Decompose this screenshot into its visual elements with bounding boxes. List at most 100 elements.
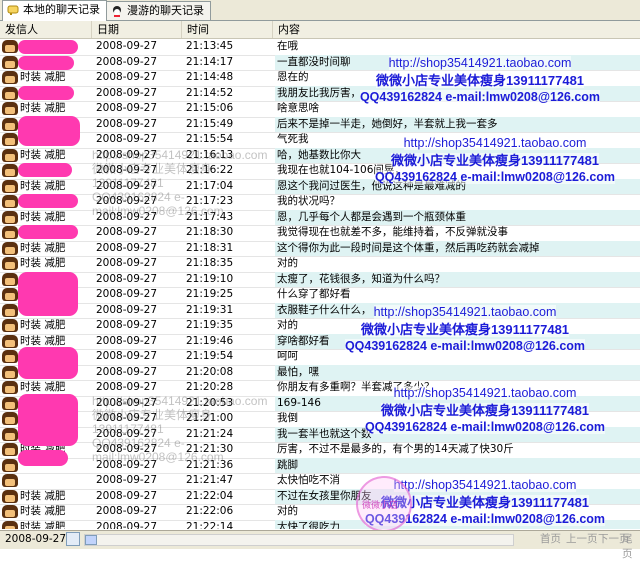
sender-cell (20, 473, 90, 488)
tab-roaming-history[interactable]: 漫游的聊天记录 (106, 1, 211, 20)
avatar (2, 396, 18, 410)
scrollbar-thumb[interactable] (85, 535, 97, 545)
date-cell: 2008-09-27 (96, 365, 158, 378)
avatar (2, 489, 18, 503)
avatar (2, 40, 18, 53)
avatar (2, 71, 18, 84)
avatar (2, 133, 18, 146)
table-row[interactable]: 时装 减肥 2008-09-27 21:18:31 这个得你为此一段时间是这个体重，然… (0, 240, 640, 257)
column-header: 发信人 日期 时间 内容 (0, 21, 640, 39)
sender-cell: 时装 减肥 (20, 210, 66, 223)
date-cell: 2008-09-27 (96, 102, 158, 114)
content-cell: 跳脚 (275, 457, 640, 473)
tab-bar: 本地的聊天记录 漫游的聊天记录 (0, 0, 640, 21)
date-cell: 2008-09-27 (96, 133, 158, 145)
time-cell: 21:21:47 (186, 474, 234, 486)
tab-label: 本地的聊天记录 (23, 3, 100, 16)
time-cell: 21:19:10 (186, 272, 234, 285)
avatar (2, 86, 18, 100)
time-cell: 21:18:30 (186, 226, 234, 238)
calendar-icon[interactable] (66, 532, 80, 546)
roaming-icon (113, 6, 121, 17)
table-row[interactable]: 2008-09-27 21:15:49 后来不是掉一半走，她倒好，半套就上我一套多 (0, 116, 640, 133)
avatar (2, 319, 18, 332)
time-cell: 21:20:28 (186, 381, 234, 393)
sender-cell: 时装 减肥 (20, 148, 66, 161)
avatar (2, 55, 18, 69)
time-cell: 21:14:48 (186, 71, 234, 83)
avatar (2, 412, 18, 425)
first-page-button[interactable]: 首页 (540, 532, 561, 547)
sender-cell: 时装 减肥 (20, 179, 66, 192)
avatar (2, 334, 18, 348)
last-page-button[interactable]: 尾页 (622, 532, 640, 560)
sender-cell: 时装 减肥 (20, 102, 66, 114)
date-cell: 2008-09-27 (96, 117, 158, 130)
date-cell: 2008-09-27 (96, 520, 158, 530)
date-picker-value[interactable]: 2008-09-27 (2, 532, 69, 547)
avatar (2, 164, 18, 177)
time-cell: 21:22:14 (186, 520, 234, 530)
table-row[interactable]: 2008-09-27 21:13:45 在哦 (0, 39, 640, 56)
header-date[interactable]: 日期 (92, 21, 182, 38)
avatar (2, 117, 18, 131)
time-cell: 21:20:08 (186, 365, 234, 378)
avatar (2, 520, 18, 529)
ad-watermark: http://shop35414921.taobao.com 微微小店专业美体瘦身… (344, 305, 586, 353)
sender-cell: 时装 减肥 (20, 381, 66, 393)
table-row[interactable]: 2008-09-27 21:18:30 我觉得现在也就差不多，能维持着，不反弹就没事 (0, 225, 640, 242)
horizontal-scrollbar[interactable] (84, 534, 514, 546)
time-cell: 21:14:17 (186, 55, 234, 68)
header-time[interactable]: 时间 (182, 21, 273, 38)
table-row[interactable]: 2008-09-27 21:19:10 太瘦了，花钱很多，知道为什么吗？ (0, 271, 640, 288)
content-cell: 后来不是掉一半走，她倒好，半套就上我一套多 (275, 116, 640, 132)
avatar (2, 505, 18, 518)
date-cell: 2008-09-27 (96, 505, 158, 517)
time-cell: 21:22:04 (186, 489, 234, 502)
prev-page-button[interactable]: 上一页 (566, 532, 598, 547)
time-cell: 21:15:54 (186, 133, 234, 145)
watermark-ghost: http://shop35414921.taobao.com 微微小店专业美体瘦… (92, 394, 268, 464)
table-row[interactable]: 2008-09-27 21:20:08 最怕，嘿 (0, 364, 640, 381)
content-cell: 恩，几乎每个人都是会遇到一个瓶颈体重 (275, 209, 640, 225)
avatar (2, 443, 18, 456)
content-cell: 我觉得现在也就差不多，能维持着，不反弹就没事 (277, 226, 508, 238)
date-cell: 2008-09-27 (96, 272, 158, 285)
date-cell: 2008-09-27 (96, 489, 158, 502)
avatar (2, 226, 18, 239)
sender-cell: 时装 减肥 (20, 319, 66, 331)
content-cell: 厉害，不过不是最多的，有个男的14天减了快30斤 (277, 443, 514, 455)
avatar (2, 102, 18, 115)
ad-watermark: http://shop35414921.taobao.com 微微小店专业美体瘦身… (359, 56, 601, 104)
table-row[interactable]: 2008-09-27 21:19:25 什么穿了都好看 (0, 287, 640, 304)
content-cell: 对的 (277, 257, 298, 269)
date-cell: 2008-09-27 (96, 40, 158, 52)
sender-cell: 时装 减肥 (20, 257, 66, 269)
date-cell: 2008-09-27 (96, 381, 158, 393)
time-cell: 21:13:45 (186, 40, 234, 52)
tab-local-history[interactable]: 本地的聊天记录 (2, 0, 107, 21)
date-cell: 2008-09-27 (96, 86, 158, 99)
date-cell: 2008-09-27 (96, 241, 158, 254)
date-cell: 2008-09-27 (96, 257, 158, 269)
avatar (2, 458, 18, 472)
date-cell: 2008-09-27 (96, 55, 158, 68)
avatar (2, 210, 18, 224)
status-bar: 2008-09-27 首页 上一页 下一页 尾页 (0, 530, 640, 560)
table-row[interactable]: 时装 减肥 2008-09-27 21:18:35 对的 (0, 256, 640, 273)
header-content[interactable]: 内容 (273, 21, 640, 38)
content-cell: 在哦 (277, 40, 298, 52)
tab-label: 漫游的聊天记录 (127, 4, 204, 17)
avatar (2, 257, 18, 270)
content-cell: 什么穿了都好看 (277, 288, 351, 300)
avatar (2, 179, 18, 193)
date-cell: 2008-09-27 (96, 226, 158, 238)
header-sender[interactable]: 发信人 (0, 21, 92, 38)
chat-icon (7, 5, 19, 15)
avatar (2, 272, 18, 286)
sender-cell: 时装 减肥 (20, 241, 66, 254)
date-cell: 2008-09-27 (96, 334, 158, 347)
shop-stamp-logo: 微微小店 (356, 476, 412, 532)
time-cell: 21:22:06 (186, 505, 234, 517)
avatar (2, 288, 18, 301)
